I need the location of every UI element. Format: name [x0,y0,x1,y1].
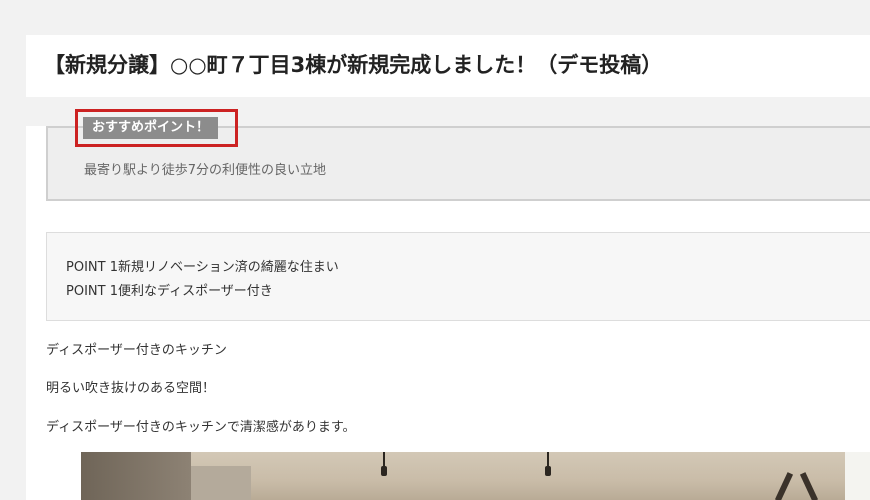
post-title-card: 【新規分譲】○○町７丁目3棟が新規完成しました！（デモ投稿） [26,35,870,97]
point-item: POINT 1便利なディスポーザー付き [66,284,273,299]
pendant-light-cap [381,466,387,476]
post-title: 【新規分譲】○○町７丁目3棟が新規完成しました！（デモ投稿） [44,53,663,77]
paragraph: ディスポーザー付きのキッチン [46,343,227,358]
point-list-box: POINT 1新規リノベーション済の綺麗な住まい POINT 1便利なディスポー… [46,232,870,321]
photo-beam [774,472,794,500]
recommend-point-label: おすすめポイント！ [83,117,219,139]
photo-pillar [191,466,251,500]
pendant-light-cap [545,466,551,476]
page: 【新規分譲】○○町７丁目3棟が新規完成しました！（デモ投稿） 最寄り駅より徒歩7… [0,0,870,500]
paragraph: 明るい吹き抜けのある空間！ [46,381,216,396]
photo-beam [799,472,819,500]
paragraph: ディスポーザー付きのキッチンで清潔感があります。 [46,420,356,435]
photo-wall [81,452,191,500]
kitchen-photo [81,452,870,500]
point-item: POINT 1新規リノベーション済の綺麗な住まい [66,260,339,275]
photo-window [845,452,870,500]
recommend-point-text: 最寄り駅より徒歩7分の利便性の良い立地 [84,163,327,178]
post-content: 最寄り駅より徒歩7分の利便性の良い立地 おすすめポイント！ POINT 1新規リ… [26,109,870,500]
